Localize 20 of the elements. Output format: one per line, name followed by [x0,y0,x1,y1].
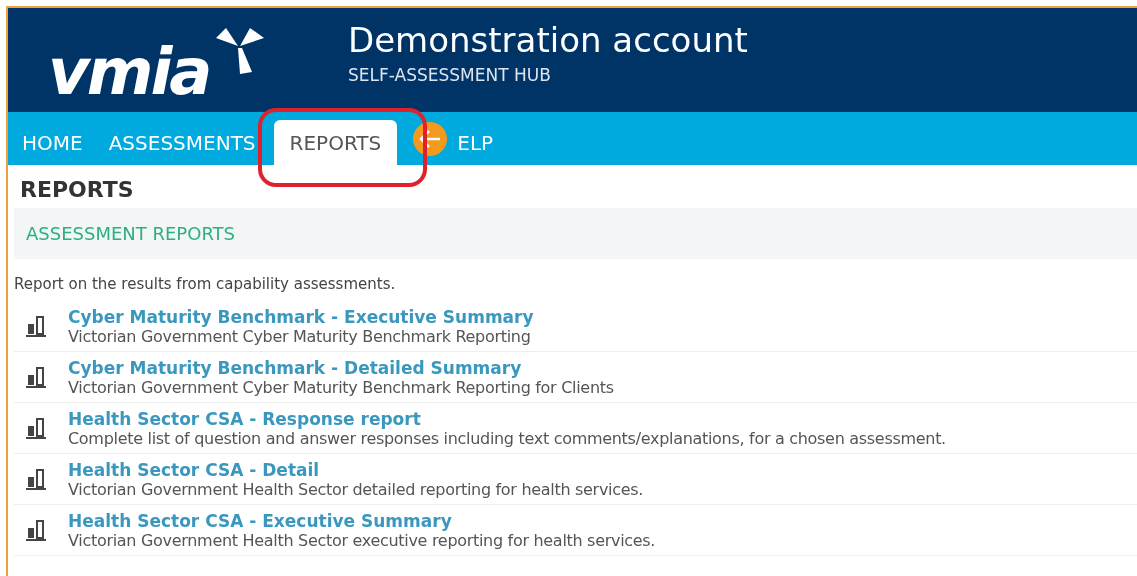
intro-text: Report on the results from capability assessments. [13,274,397,295]
nav-tab[interactable]: REPORTS [273,120,398,165]
nav-tab[interactable]: ELP [449,120,502,165]
report-link[interactable]: Health Sector CSA - Response report [68,408,946,429]
nav-tab[interactable]: HOME [14,120,91,165]
account-title: Demonstration account [348,20,748,61]
report-description: Victorian Government Cyber Maturity Benchmark Reporting [68,326,531,346]
page-title: REPORTS [19,176,135,204]
nav-tab[interactable]: ASSESSMENTS [100,120,264,165]
report-description: Victorian Government Cyber Maturity Benchmark Reporting for Clients [68,377,614,397]
report-link[interactable]: Cyber Maturity Benchmark - Executive Summary [68,306,534,327]
report-link[interactable]: Health Sector CSA - Executive Summary [68,510,656,531]
report-description: Victorian Government Health Sector executive reporting for health services. [68,530,656,550]
report-description: Victorian Government Health Sector detailed reporting for health services. [68,479,644,499]
report-link[interactable]: Cyber Maturity Benchmark - Detailed Summary [68,357,614,378]
section-title: ASSESSMENT REPORTS [26,223,235,244]
report-link[interactable]: Health Sector CSA - Detail [68,459,644,480]
logo-text: vmia [48,40,210,104]
report-description: Complete list of question and answer responses including text comments/explanations, for a chosen assessment. [68,428,946,448]
hub-subtitle: SELF-ASSESSMENT HUB [348,64,552,85]
